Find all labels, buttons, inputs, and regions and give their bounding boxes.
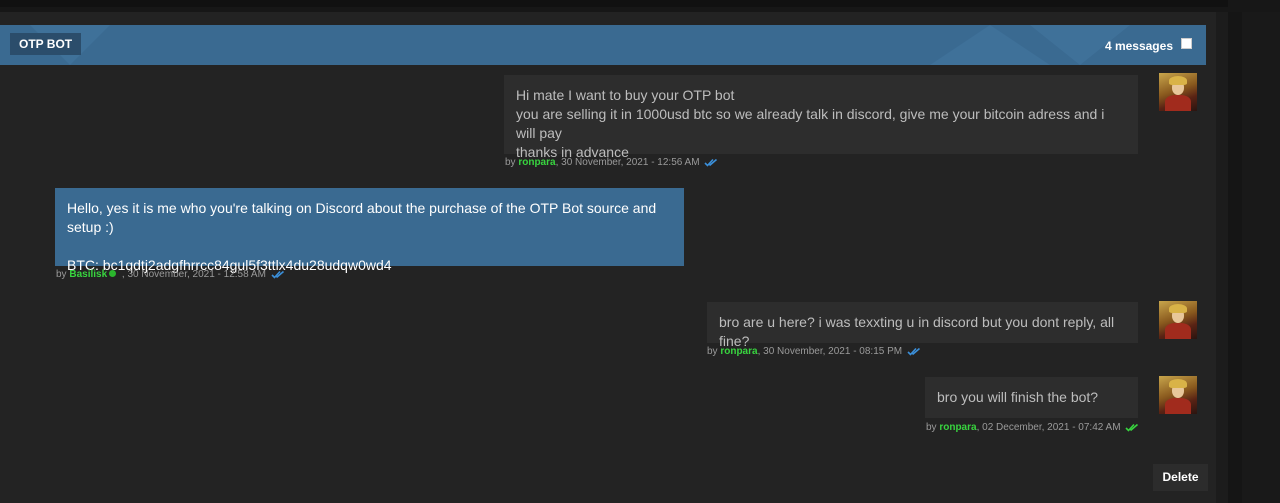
user-avatar[interactable] [1159,301,1197,339]
by-label: by [505,157,516,168]
read-check-icon [271,270,284,279]
right-gutter-shadow [1228,12,1242,503]
right-gutter [1228,12,1280,503]
by-label: by [707,346,718,357]
top-strip [0,0,1280,12]
read-check-icon [1125,423,1139,432]
message-meta: by ronpara, 30 November, 2021 - 12:56 AM [505,157,718,168]
message-bubble-outgoing: Hi mate I want to buy your OTP bot you a… [504,75,1138,160]
message-count: 4 messages [1104,39,1173,53]
message-bubble-incoming: Hello, yes it is me who you're talking o… [55,188,684,273]
user-avatar[interactable] [1159,376,1197,414]
message-text: Hello, yes it is me who you're talking o… [67,200,657,273]
message-timestamp: , 30 November, 2021 - 12:56 AM [555,157,700,168]
conversation-title: OTP BOT [10,33,82,55]
message-bubble-outgoing: bro are u here? i was texxting u in disc… [707,302,1138,349]
message-timestamp: , 30 November, 2021 - 08:15 PM [757,346,903,357]
user-avatar[interactable] [1159,73,1197,111]
online-status-icon [109,269,117,277]
message-meta: by ronpara, 30 November, 2021 - 08:15 PM [707,346,921,357]
message-timestamp: , 02 December, 2021 - 07:42 AM [976,422,1121,433]
message-text: bro you will finish the bot? [937,389,1099,405]
message-text: Hi mate I want to buy your OTP bot you a… [516,87,1105,160]
select-all-checkbox[interactable] [1181,38,1192,49]
username-link[interactable]: ronpara [939,422,976,433]
read-check-icon [907,347,920,356]
delete-button[interactable]: Delete [1153,464,1208,491]
message-bubble-outgoing: bro you will finish the bot? [925,377,1138,418]
conversation-header: OTP BOT 4 messages [0,25,1206,65]
username-link[interactable]: ronpara [720,346,757,357]
read-check-icon [704,158,718,167]
top-strip-inner [0,0,1228,7]
username-link[interactable]: Basilisk [69,269,107,280]
by-label: by [56,269,67,280]
message-meta: by Basilisk , 30 November, 2021 - 12:58 … [56,269,285,280]
username-link[interactable]: ronpara [518,157,555,168]
message-meta: by ronpara, 02 December, 2021 - 07:42 AM [926,422,1139,433]
by-label: by [926,422,937,433]
message-timestamp: , 30 November, 2021 - 12:58 AM [119,269,266,280]
